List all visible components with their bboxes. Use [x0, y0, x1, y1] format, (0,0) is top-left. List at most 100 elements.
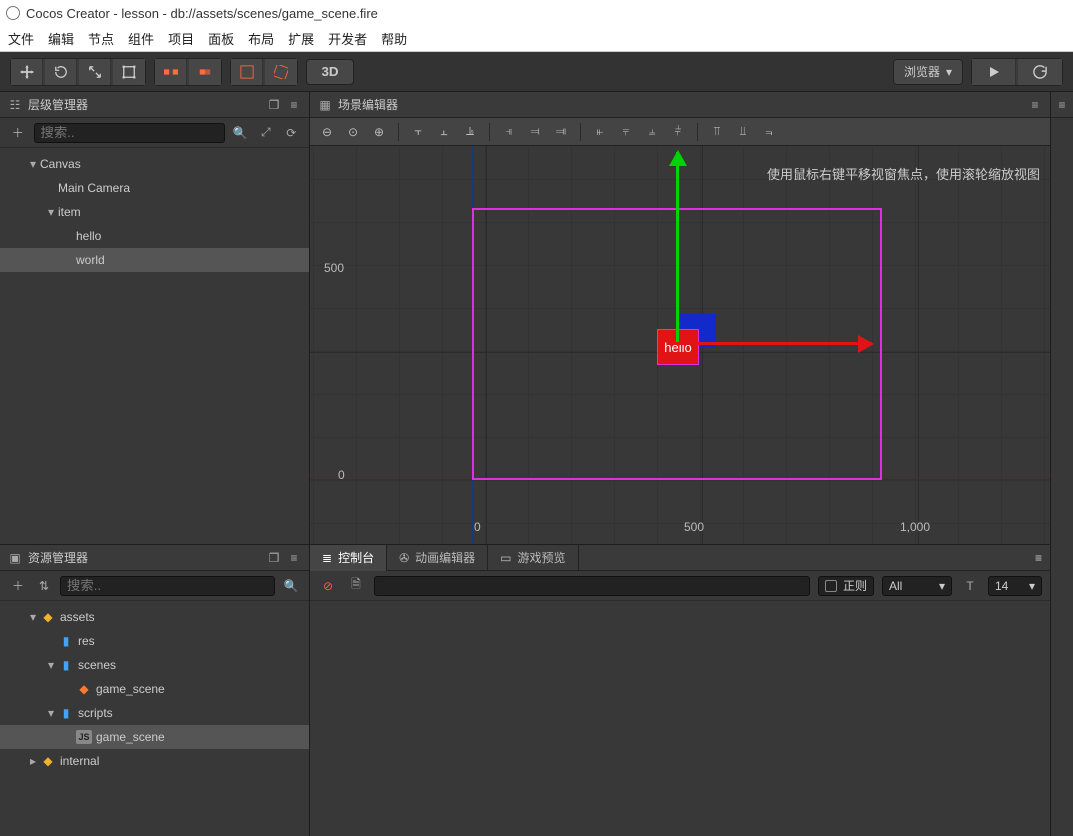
asset-node[interactable]: ▮res: [0, 629, 309, 653]
scale-tool-button[interactable]: [79, 59, 111, 85]
folder-icon: ▣: [8, 551, 22, 565]
align-vcenter-button[interactable]: ⫠: [433, 121, 455, 143]
asset-node[interactable]: ▸◆internal: [0, 749, 309, 773]
expand-caret-icon[interactable]: ▾: [26, 610, 40, 624]
console-output[interactable]: [310, 601, 1050, 836]
align-hcenter-button[interactable]: ⫤: [524, 121, 546, 143]
reload-button[interactable]: [1018, 59, 1062, 85]
window-titlebar: Cocos Creator - lesson - db://assets/sce…: [0, 0, 1073, 26]
distribute-v3-button[interactable]: ⫫: [732, 121, 754, 143]
align-top-button[interactable]: ⫟: [407, 121, 429, 143]
menu-panel[interactable]: 面板: [208, 29, 234, 48]
align-left-button[interactable]: ⫣: [498, 121, 520, 143]
menu-component[interactable]: 组件: [128, 29, 154, 48]
regex-toggle[interactable]: 正则: [818, 576, 874, 596]
refresh-icon[interactable]: ⟳: [282, 123, 302, 143]
popout-icon[interactable]: ❐: [267, 98, 281, 112]
folder-icon: ▮: [58, 634, 74, 648]
align-right-button[interactable]: ⫥: [550, 121, 572, 143]
hierarchy-node[interactable]: ▾item: [0, 200, 309, 224]
open-log-button[interactable]: 🗎: [346, 576, 366, 596]
asset-node[interactable]: ◆game_scene: [0, 677, 309, 701]
hierarchy-panel-header[interactable]: ☷ 层级管理器 ❐ ≡: [0, 92, 309, 118]
panel-menu-icon[interactable]: ≡: [1028, 98, 1042, 112]
menu-developer[interactable]: 开发者: [328, 29, 367, 48]
asset-node-label: scripts: [78, 706, 113, 720]
asset-node[interactable]: ▾▮scripts: [0, 701, 309, 725]
assets-tree[interactable]: ▾◆assets▮res▾▮scenes◆game_scene▾▮scripts…: [0, 601, 309, 836]
asset-node[interactable]: ▾◆assets: [0, 605, 309, 629]
tab-console[interactable]: ≣ 控制台: [310, 545, 387, 571]
tab-preview[interactable]: ▭ 游戏预览: [488, 545, 578, 571]
main-toolbar: 3D 浏览器 ▾: [0, 52, 1073, 92]
asset-node[interactable]: JSgame_scene: [0, 725, 309, 749]
menu-help[interactable]: 帮助: [381, 29, 407, 48]
panel-menu-icon[interactable]: ≡: [287, 551, 301, 565]
menu-edit[interactable]: 编辑: [48, 29, 74, 48]
play-button[interactable]: [972, 59, 1016, 85]
distribute-h1-button[interactable]: ⫦: [589, 121, 611, 143]
pivot-local-button[interactable]: [189, 59, 221, 85]
chevron-down-icon: ▾: [1029, 579, 1035, 593]
menu-layout[interactable]: 布局: [248, 29, 274, 48]
tab-animation[interactable]: ✇ 动画编辑器: [387, 545, 488, 571]
inspector-header[interactable]: ≡: [1051, 92, 1073, 118]
clear-console-button[interactable]: ⊘: [318, 576, 338, 596]
menu-file[interactable]: 文件: [8, 29, 34, 48]
asset-node[interactable]: ▾▮scenes: [0, 653, 309, 677]
gizmo-x-axis[interactable]: [676, 342, 872, 345]
distribute-v1-button[interactable]: ⫩: [667, 121, 689, 143]
expand-caret-icon[interactable]: ▾: [44, 205, 58, 219]
distribute-v2-button[interactable]: ⫪: [706, 121, 728, 143]
distribute-v4-button[interactable]: ⫬: [758, 121, 780, 143]
font-size-dropdown[interactable]: 14 ▾: [988, 576, 1042, 596]
scene-viewport[interactable]: 500 0 0 500 1,000 hello 使用鼠标右键平移视窗焦点，使用滚…: [310, 146, 1050, 544]
panel-menu-icon[interactable]: ≡: [1035, 551, 1042, 565]
expand-caret-icon[interactable]: ▾: [44, 658, 58, 672]
popout-icon[interactable]: ❐: [267, 551, 281, 565]
console-filter-input[interactable]: [374, 576, 810, 596]
hierarchy-node[interactable]: hello: [0, 224, 309, 248]
hierarchy-search-input[interactable]: [34, 123, 225, 143]
panel-menu-icon[interactable]: ≡: [287, 98, 301, 112]
hierarchy-node-label: Canvas: [40, 157, 81, 171]
zoom-reset-button[interactable]: ⊙: [342, 121, 364, 143]
hierarchy-node[interactable]: ▾Canvas: [0, 152, 309, 176]
gizmo-local-button[interactable]: [265, 59, 297, 85]
assets-search-input[interactable]: [60, 576, 275, 596]
distribute-h2-button[interactable]: ⫧: [615, 121, 637, 143]
add-node-button[interactable]: ＋: [8, 123, 28, 143]
menu-project[interactable]: 项目: [168, 29, 194, 48]
expand-all-icon[interactable]: ⤢: [256, 123, 276, 143]
pivot-center-button[interactable]: [155, 59, 187, 85]
hierarchy-tree[interactable]: ▾CanvasMain Camera▾itemhelloworld: [0, 148, 309, 544]
level-filter-dropdown[interactable]: All ▾: [882, 576, 952, 596]
search-icon[interactable]: 🔍: [231, 123, 251, 143]
hierarchy-node[interactable]: Main Camera: [0, 176, 309, 200]
inspector-collapsed-strip[interactable]: ≡: [1050, 92, 1073, 836]
menu-extension[interactable]: 扩展: [288, 29, 314, 48]
expand-caret-icon[interactable]: ▸: [26, 754, 40, 768]
expand-caret-icon[interactable]: ▾: [44, 706, 58, 720]
distribute-h3-button[interactable]: ⫨: [641, 121, 663, 143]
hierarchy-node[interactable]: world: [0, 248, 309, 272]
sort-button[interactable]: ⇅: [34, 576, 54, 596]
preview-target-dropdown[interactable]: 浏览器 ▾: [893, 59, 963, 85]
rotate-tool-button[interactable]: [45, 59, 77, 85]
db-icon: ◆: [40, 610, 56, 624]
rect-tool-button[interactable]: [113, 59, 145, 85]
move-tool-button[interactable]: [11, 59, 43, 85]
add-asset-button[interactable]: ＋: [8, 576, 28, 596]
align-bottom-button[interactable]: ⫡: [459, 121, 481, 143]
gizmo-y-axis[interactable]: [676, 152, 679, 342]
zoom-out-button[interactable]: ⊖: [316, 121, 338, 143]
toggle-3d-button[interactable]: 3D: [306, 59, 354, 85]
panel-menu-icon[interactable]: ≡: [1055, 98, 1069, 112]
assets-panel-header[interactable]: ▣ 资源管理器 ❐ ≡: [0, 545, 309, 571]
scene-panel-header[interactable]: ▦ 场景编辑器 ≡: [310, 92, 1050, 118]
zoom-in-button[interactable]: ⊕: [368, 121, 390, 143]
search-icon[interactable]: 🔍: [281, 576, 301, 596]
menu-node[interactable]: 节点: [88, 29, 114, 48]
gizmo-world-button[interactable]: [231, 59, 263, 85]
expand-caret-icon[interactable]: ▾: [26, 157, 40, 171]
